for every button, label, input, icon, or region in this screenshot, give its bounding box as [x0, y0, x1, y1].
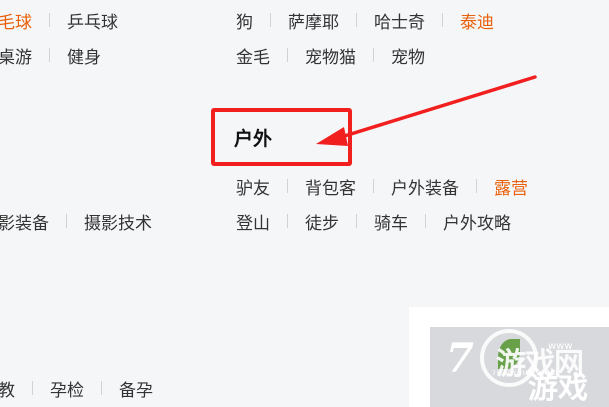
logo-number: 7: [446, 335, 474, 382]
logo-game: 游戏: [528, 371, 588, 406]
site-watermark-logo: 7 游戏网 7HAOYOUXIWANG 游戏 www: [430, 327, 609, 407]
logo-site: www: [548, 341, 573, 352]
